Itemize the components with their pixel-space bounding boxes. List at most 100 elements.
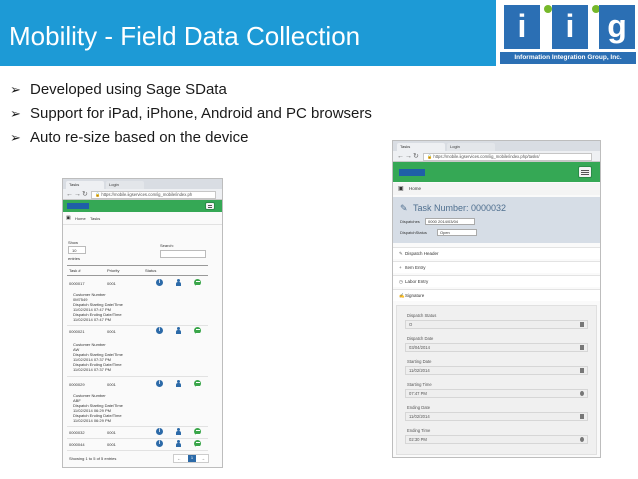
task-number[interactable]: 0000029	[69, 382, 85, 387]
go-icon[interactable]	[194, 440, 201, 447]
info-icon[interactable]: i	[156, 327, 163, 334]
field-label: Ending Date	[407, 405, 431, 410]
info-icon[interactable]: i	[156, 380, 163, 387]
field-value: 03/04/2014	[409, 345, 430, 350]
pagination: ← 1 →	[173, 454, 209, 463]
dispatches-select[interactable]: 0000 2014/03/04	[425, 218, 475, 225]
url-input[interactable]: 🔒 https://mobile.iigservices.com/ig_mobi…	[91, 191, 216, 199]
browser-tab[interactable]: Tasks	[397, 143, 445, 151]
forward-icon[interactable]: →	[405, 151, 412, 162]
task-number[interactable]: 0000021	[69, 329, 85, 334]
breadcrumb: ▣ Home	[393, 183, 600, 195]
info-icon[interactable]: i	[156, 279, 163, 286]
go-icon[interactable]	[194, 327, 201, 334]
calendar-icon	[580, 345, 584, 350]
menu-button[interactable]	[205, 202, 215, 210]
reload-icon[interactable]: ↻	[413, 151, 419, 162]
row-divider	[67, 438, 208, 439]
user-icon[interactable]	[175, 428, 182, 435]
bullet-text: Developed using Sage SData	[30, 81, 227, 98]
field-value: 02:30 PM	[409, 437, 427, 442]
divider	[63, 224, 222, 225]
user-icon[interactable]	[175, 327, 182, 334]
dispatch-date-field[interactable]: 03/04/2014	[405, 343, 588, 352]
ending-date-field[interactable]: 11/02/2014	[405, 412, 588, 421]
section-label: Item Entry	[405, 265, 426, 270]
task-code: 0001	[107, 382, 116, 387]
reload-icon[interactable]: ↻	[82, 189, 88, 200]
column-header-task[interactable]: Task #	[69, 268, 81, 273]
go-icon[interactable]	[194, 380, 201, 387]
back-icon[interactable]: ←	[397, 151, 404, 162]
task-detail: 11/02/2014 07:37 PM	[73, 367, 111, 372]
section-dispatch-header[interactable]: ✎ Dispatch Header	[393, 247, 600, 259]
task-code: 0001	[107, 430, 116, 435]
go-icon[interactable]	[194, 428, 201, 435]
search-input[interactable]	[160, 250, 206, 258]
browser-address-bar: ← → ↻ 🔒 https://mobile.iigservices.com/i…	[393, 151, 600, 162]
breadcrumb-home[interactable]: Home	[75, 216, 86, 221]
dispatch-status-select[interactable]: Open	[437, 229, 477, 236]
logo-dot	[544, 5, 552, 13]
task-number[interactable]: 0000017	[69, 281, 85, 286]
app-header-bar	[393, 162, 600, 182]
field-value: 11/02/2014	[409, 414, 430, 419]
rows-select[interactable]: 10	[68, 246, 86, 254]
task-number[interactable]: 0000044	[69, 442, 85, 447]
table-header-border	[67, 275, 208, 276]
clock-icon: ◷	[399, 279, 403, 284]
clock-icon	[580, 437, 584, 442]
task-title: Task Number: 0000032	[413, 203, 507, 213]
user-icon[interactable]	[175, 279, 182, 286]
calendar-icon	[580, 322, 584, 327]
search-label: Search:	[160, 243, 174, 248]
dispatch-status-field[interactable]: O	[405, 320, 588, 329]
home-icon[interactable]: ▣	[398, 185, 404, 192]
dispatches-label: Dispatches	[400, 219, 420, 224]
url-text: https://mobile.iigservices.com/ig_mobile…	[101, 192, 193, 197]
section-item-entry[interactable]: + Item Entry	[393, 261, 600, 273]
row-divider	[67, 376, 208, 377]
back-icon[interactable]: ←	[66, 189, 73, 200]
user-icon[interactable]	[175, 440, 182, 447]
dispatch-status-label: DispatchStatus	[400, 230, 427, 235]
edit-icon: ✎	[399, 251, 403, 256]
forward-icon[interactable]: →	[74, 189, 81, 200]
go-icon[interactable]	[194, 279, 201, 286]
info-icon[interactable]: i	[156, 428, 163, 435]
column-header-priority[interactable]: Priority	[107, 268, 119, 273]
task-number[interactable]: 0000032	[69, 430, 85, 435]
field-label: Starting Time	[407, 382, 432, 387]
menu-button[interactable]	[578, 166, 592, 178]
dispatch-header-form: Dispatch Status O Dispatch Date 03/04/20…	[396, 305, 597, 455]
field-label: Dispatch Date	[407, 336, 434, 341]
section-signature[interactable]: ✍Signature	[393, 289, 600, 301]
browser-tab[interactable]: Login	[447, 143, 495, 151]
column-header-status[interactable]: Status	[145, 268, 156, 273]
user-icon[interactable]	[175, 380, 182, 387]
section-label: Dispatch Header	[405, 251, 439, 256]
app-logo	[399, 169, 425, 176]
pen-icon: ✍	[399, 293, 405, 298]
info-icon[interactable]: i	[156, 440, 163, 447]
breadcrumb-home[interactable]: Home	[409, 186, 421, 191]
browser-tab[interactable]: Login	[106, 181, 144, 189]
url-input[interactable]: 🔒 https://mobile.iigservices.com/iig_mob…	[423, 153, 592, 161]
row-divider	[67, 325, 208, 326]
next-page-button[interactable]: →	[201, 456, 205, 461]
bullet-text: Support for iPad, iPhone, Android and PC…	[30, 105, 372, 122]
section-labor-entry[interactable]: ◷ Labor Entry	[393, 275, 600, 287]
starting-time-field[interactable]: 07:47 PM	[405, 389, 588, 398]
slide-title: Mobility - Field Data Collection	[9, 21, 361, 51]
page-1-button[interactable]: 1	[188, 455, 196, 462]
browser-tab[interactable]: Tasks	[66, 181, 104, 189]
browser-address-bar: ← → ↻ 🔒 https://mobile.iigservices.com/i…	[63, 189, 222, 200]
browser-tab-bar: Tasks Login	[393, 141, 600, 151]
ending-time-field[interactable]: 02:30 PM	[405, 435, 588, 444]
prev-page-button[interactable]: ←	[177, 456, 181, 461]
starting-date-field[interactable]: 11/02/2014	[405, 366, 588, 375]
plus-icon: +	[399, 265, 402, 270]
home-icon[interactable]: ▣	[66, 215, 71, 221]
row-divider	[67, 426, 208, 427]
url-text: https://mobile.iigservices.com/iig_mobil…	[433, 154, 540, 159]
